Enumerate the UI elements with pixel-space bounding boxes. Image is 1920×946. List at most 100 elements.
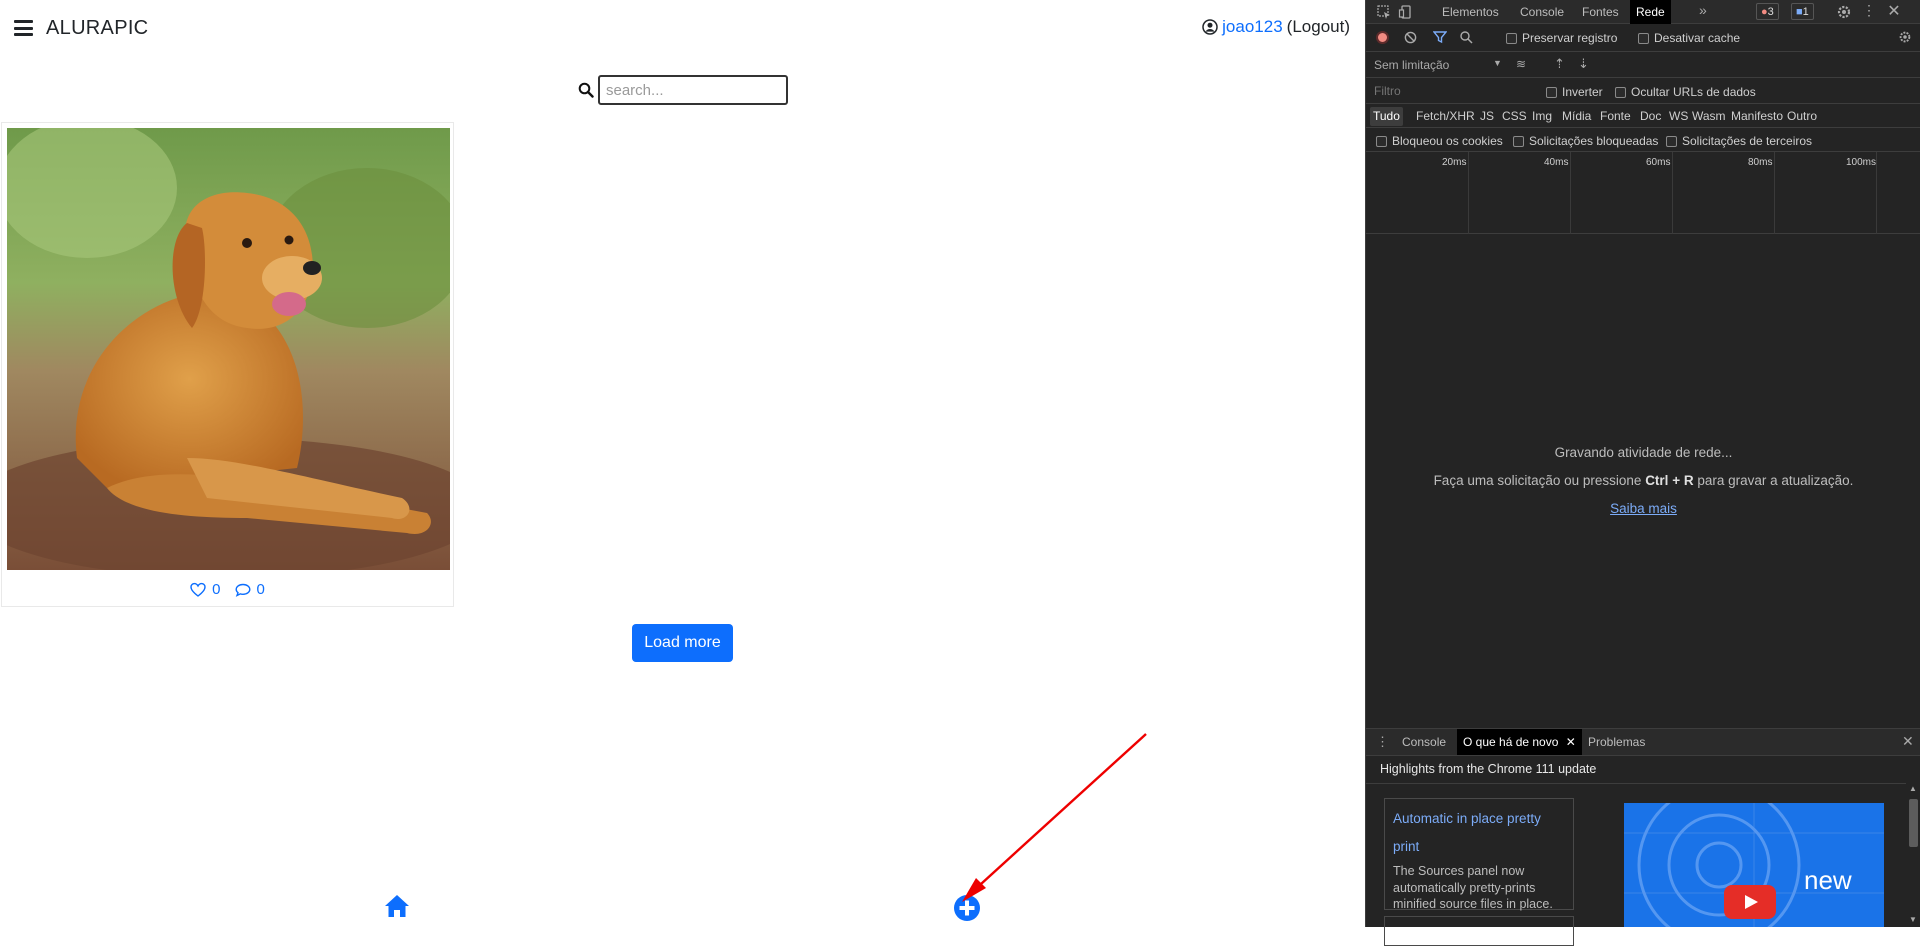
device-toolbar-icon[interactable] [1398,4,1414,20]
filter-doc[interactable]: Doc [1637,107,1664,126]
tab-elementos[interactable]: Elementos [1436,0,1505,24]
likes-stat[interactable]: 0 [190,581,221,598]
settings-gear-icon[interactable] [1836,4,1852,20]
brand-title: ALURAPIC [46,17,149,39]
filter-midia[interactable]: Mídia [1559,107,1594,126]
filter-fonte[interactable]: Fonte [1597,107,1634,126]
tab-rede[interactable]: Rede [1630,0,1671,24]
recording-message: Gravando atividade de rede... [1554,445,1733,460]
type-filter-row: Tudo Fetch/XHR JS CSS Img Mídia Fonte Do… [1366,104,1920,128]
divider [1366,783,1906,784]
wifi-conditions-icon[interactable]: ≋ [1516,57,1526,71]
add-photo-icon[interactable] [953,894,981,922]
record-icon[interactable] [1376,31,1389,44]
devtools-tabbar: Elementos Console Fontes Rede » ●3 ■1 ⋮ … [1366,0,1920,24]
close-tab-icon[interactable]: ✕ [1566,735,1576,749]
filter-js[interactable]: JS [1477,107,1497,126]
search-input[interactable] [598,75,788,105]
search-bar [578,75,788,105]
checkbox-icon [1615,87,1626,99]
checkbox-icon [1546,87,1557,99]
filter-outro[interactable]: Outro [1784,107,1820,126]
scroll-thumb[interactable] [1909,799,1918,847]
devtools-panel: Elementos Console Fontes Rede » ●3 ■1 ⋮ … [1365,0,1920,946]
drawer-tab-console[interactable]: Console [1396,729,1452,755]
filter-css[interactable]: CSS [1499,107,1530,126]
checkbox-icon [1666,136,1677,148]
menu-icon[interactable] [14,20,33,36]
logout-link[interactable]: (Logout) [1287,17,1350,37]
filter-tudo[interactable]: Tudo [1370,107,1403,126]
throttle-select[interactable]: Sem limitação [1374,58,1449,72]
network-settings-gear-icon[interactable] [1898,30,1912,44]
network-timeline[interactable]: 20ms 40ms 60ms 80ms 100ms [1366,152,1920,234]
timeline-label: 60ms [1646,157,1671,168]
scroll-down-icon[interactable]: ▼ [1909,915,1917,924]
tab-console[interactable]: Console [1514,0,1570,24]
close-drawer-icon[interactable]: ✕ [1902,733,1914,750]
comments-stat[interactable]: 0 [234,581,265,598]
inspect-element-icon[interactable] [1376,4,1392,20]
filter-fetch-xhr[interactable]: Fetch/XHR [1413,107,1478,126]
feature-card[interactable]: Automatic in place pretty print The Sour… [1384,798,1574,911]
feature-title-link[interactable]: Automatic in place pretty print [1393,805,1565,861]
comments-count: 0 [256,581,265,598]
alurapic-app: ALURAPIC joao123 (Logout) search... 0 0 … [0,0,1365,927]
reload-hint: Faça uma solicitação ou pressione Ctrl +… [1433,473,1854,488]
username-link[interactable]: joao123 [1222,17,1283,37]
timeline-gridline [1672,152,1673,234]
feature-card[interactable] [1384,916,1574,946]
blocked-cookies-checkbox[interactable]: Bloqueou os cookies [1376,134,1503,148]
drawer-tab-whats-new[interactable]: O que há de novo ✕ [1457,729,1582,755]
clear-icon[interactable] [1404,31,1417,44]
filter-wasm[interactable]: Wasm [1689,107,1729,126]
learn-more-link[interactable]: Saiba mais [1610,501,1677,516]
kebab-menu-icon[interactable]: ⋮ [1861,2,1877,18]
filter-img[interactable]: Img [1529,107,1555,126]
timeline-label: 40ms [1544,157,1569,168]
user-area: joao123 (Logout) [1202,17,1350,37]
invert-checkbox[interactable]: Inverter [1546,85,1603,99]
promo-text: new [1804,865,1852,895]
network-toolbar: Preservar registro Desativar cache [1366,24,1920,52]
disable-cache-checkbox[interactable]: Desativar cache [1638,31,1740,45]
more-tabs-icon[interactable]: » [1699,2,1715,18]
drawer-menu-icon[interactable]: ⋮ [1376,734,1389,750]
filter-ws[interactable]: WS [1666,107,1691,126]
preserve-log-checkbox[interactable]: Preservar registro [1506,31,1617,45]
whats-new-panel: Highlights from the Chrome 111 update Au… [1366,756,1920,946]
navbar: ALURAPIC joao123 (Logout) [0,0,1365,56]
message-badge[interactable]: ■1 [1791,3,1814,20]
scroll-up-icon[interactable]: ▲ [1909,784,1917,793]
filter-icon[interactable] [1433,30,1447,44]
drawer-scrollbar[interactable]: ▲ ▼ [1906,784,1920,927]
tab-fontes[interactable]: Fontes [1576,0,1625,24]
learn-more-wrap: Saiba mais [1366,501,1920,516]
download-har-icon[interactable]: ⇣ [1578,56,1589,72]
upload-har-icon[interactable]: ⇡ [1554,56,1565,72]
throttle-toolbar: Sem limitação ▼ ≋ ⇡ ⇣ [1366,52,1920,78]
search-network-icon[interactable] [1459,30,1473,44]
chrome-update-video-thumbnail[interactable]: new [1624,803,1884,927]
blocked-requests-checkbox[interactable]: Solicitações bloqueadas [1513,134,1658,148]
filter-input[interactable] [1370,82,1535,100]
dropdown-arrow-icon[interactable]: ▼ [1493,58,1502,68]
hide-data-urls-checkbox[interactable]: Ocultar URLs de dados [1615,85,1756,99]
drawer-tab-problemas[interactable]: Problemas [1582,729,1651,755]
user-circle-icon [1202,19,1218,35]
checkbox-icon [1638,33,1649,45]
load-more-button[interactable]: Load more [632,624,733,662]
checkbox-icon [1376,136,1387,148]
comment-icon [234,583,251,597]
checkbox-icon [1506,33,1517,45]
photo-card[interactable]: 0 0 [1,122,454,607]
message-icon: ■ [1796,6,1803,18]
youtube-play-icon[interactable] [1724,885,1776,919]
close-devtools-icon[interactable]: ✕ [1886,1,1902,20]
cookie-filter-row: Bloqueou os cookies Solicitações bloquea… [1366,128,1920,152]
third-party-checkbox[interactable]: Solicitações de terceiros [1666,134,1812,148]
golden-retriever-photo[interactable] [7,128,450,570]
error-badge[interactable]: ●3 [1756,3,1779,20]
filter-manifesto[interactable]: Manifesto [1728,107,1786,126]
home-icon[interactable] [383,893,411,919]
